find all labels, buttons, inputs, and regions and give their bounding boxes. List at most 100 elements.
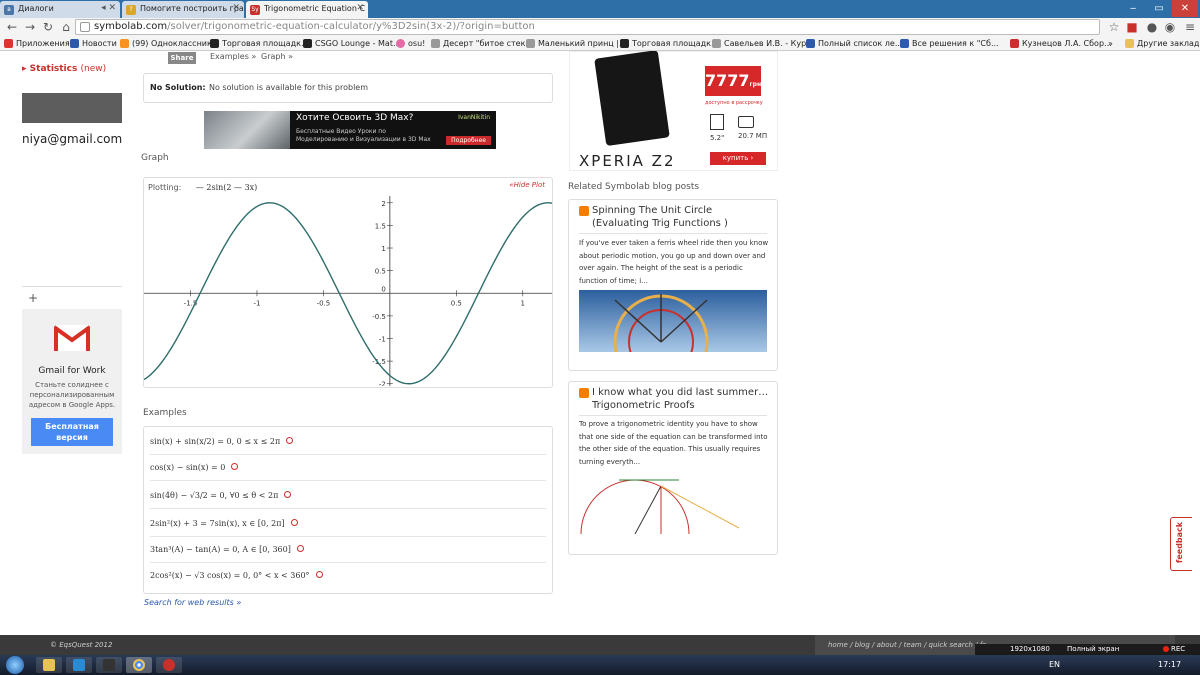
price-unit: грн bbox=[749, 81, 762, 88]
arrow-icon: ▸ bbox=[22, 64, 30, 74]
close-icon[interactable]: ◂ ✕ bbox=[101, 3, 116, 13]
banner-button[interactable]: Подробнее bbox=[446, 136, 491, 145]
search-icon[interactable] bbox=[286, 437, 294, 444]
share-button[interactable]: Share bbox=[168, 52, 196, 64]
extension-icon[interactable]: ■ bbox=[1124, 19, 1140, 35]
search-icon[interactable] bbox=[290, 519, 298, 526]
example-text: 2cos²(x) − √3 cos(x) = 0, 0° < x < 360° bbox=[150, 571, 310, 580]
blog-title-text: I know what you did last summer…Trigonom… bbox=[592, 387, 769, 411]
tab-help[interactable]: ? Помогите построить гра ✕ bbox=[122, 1, 244, 18]
bookmark-item[interactable]: Торговая площадк... bbox=[210, 37, 309, 50]
extension-icon[interactable]: ◉ bbox=[1162, 19, 1178, 35]
recorder-rec[interactable]: REC bbox=[1171, 645, 1185, 653]
banner-ad[interactable]: Хотите Освоить 3D Max? Бесплатные Видео … bbox=[204, 111, 496, 149]
bookmark-item[interactable]: Новости bbox=[70, 37, 117, 50]
example-item[interactable]: 3tan³(A) − tan(A) = 0, A ∈ [0, 360] bbox=[150, 537, 546, 563]
search-web-link[interactable]: Search for web results » bbox=[144, 598, 241, 607]
bookmark-apps[interactable]: Приложения bbox=[4, 37, 70, 50]
statistics-link[interactable]: ▸ Statistics (new) bbox=[22, 64, 106, 74]
reload-icon[interactable]: ↻ bbox=[40, 19, 56, 35]
example-item[interactable]: cos(x) − sin(x) = 0 bbox=[150, 455, 546, 481]
bookmark-item[interactable]: Полный список ле... bbox=[806, 37, 902, 50]
extension-icon[interactable]: ● bbox=[1144, 19, 1160, 35]
ad-buy-button[interactable]: купить › bbox=[710, 152, 766, 165]
bookmark-item[interactable]: Все решения к "Сб... bbox=[900, 37, 999, 50]
blog-post-title[interactable]: Spinning The Unit Circle (Evaluating Tri… bbox=[579, 204, 769, 230]
site-icon bbox=[806, 39, 815, 48]
bookmark-item[interactable]: Савельев И.В. - Кур... bbox=[712, 37, 814, 50]
divider bbox=[579, 233, 767, 234]
search-icon[interactable] bbox=[284, 491, 292, 498]
gmail-ad-button[interactable]: Бесплатная версия bbox=[31, 418, 113, 446]
footer-links[interactable]: home / blog / about / team / quick searc… bbox=[828, 641, 993, 649]
bookmark-item[interactable]: Торговая площадк... bbox=[620, 37, 719, 50]
example-text: sin(x) + sin(x/2) = 0, 0 ≤ x ≤ 2π bbox=[150, 437, 281, 446]
feedback-label: feedback bbox=[1175, 521, 1185, 564]
plus-icon[interactable]: + bbox=[28, 291, 38, 305]
taskbar-app[interactable] bbox=[36, 657, 62, 673]
star-icon[interactable]: ☆ bbox=[1106, 19, 1122, 35]
bookmarks-overflow[interactable]: » bbox=[1108, 37, 1113, 50]
blog-post-card[interactable]: I know what you did last summer…Trigonom… bbox=[568, 381, 778, 555]
bookmark-item[interactable]: Кузнецов Л.А. Сбор... bbox=[1010, 37, 1112, 50]
taskbar-app[interactable] bbox=[156, 657, 182, 673]
home-icon[interactable]: ⌂ bbox=[58, 19, 74, 35]
phone-ad[interactable]: 7777грн доступно в рассрочку 5.2" 20.7 М… bbox=[569, 51, 778, 171]
taskbar-app[interactable] bbox=[96, 657, 122, 673]
bookmark-item[interactable]: Маленький принц |... bbox=[526, 37, 627, 50]
feedback-tab[interactable]: feedback bbox=[1170, 517, 1192, 571]
bookmark-label: Кузнецов Л.А. Сбор... bbox=[1022, 39, 1112, 48]
example-item[interactable]: 2cos²(x) − √3 cos(x) = 0, 0° < x < 360° bbox=[150, 563, 546, 589]
start-icon[interactable] bbox=[6, 656, 24, 674]
recorder-resolution[interactable]: 1920x1080 bbox=[1010, 645, 1050, 653]
clock[interactable]: 17:17 bbox=[1158, 660, 1181, 669]
forward-icon[interactable]: → bbox=[22, 19, 38, 35]
bookmark-item[interactable]: CSGO Lounge - Mat... bbox=[303, 37, 401, 50]
phone-image bbox=[594, 51, 670, 147]
close-window-icon[interactable]: ✕ bbox=[1172, 0, 1198, 17]
example-item[interactable]: 2sin²(x) + 3 = 7sin(x), x ∈ [0, 2π] bbox=[150, 511, 546, 537]
maximize-icon[interactable]: ▭ bbox=[1146, 0, 1172, 17]
close-icon[interactable]: ✕ bbox=[356, 3, 364, 13]
bookmark-item[interactable]: osu! bbox=[396, 37, 425, 50]
tab-label: Помогите построить гра bbox=[140, 4, 244, 13]
recorder-mode[interactable]: Полный экран bbox=[1067, 645, 1119, 653]
bookmark-item[interactable]: Десерт "битое стек... bbox=[431, 37, 533, 50]
hide-plot-link[interactable]: «Hide Plot bbox=[509, 181, 545, 189]
example-text: cos(x) − sin(x) = 0 bbox=[150, 463, 226, 472]
ad-image[interactable] bbox=[22, 93, 122, 123]
tab-symbolab[interactable]: Sy Trigonometric Equation C ✕ bbox=[246, 1, 368, 18]
folder-icon bbox=[1125, 39, 1134, 48]
bookmark-other[interactable]: Другие закладки bbox=[1125, 37, 1200, 50]
y-tick-label: 2 bbox=[381, 200, 385, 208]
gmail-ad[interactable]: Gmail for Work Станьте солиднее с персон… bbox=[22, 309, 122, 454]
ad-price: 7777грн bbox=[705, 66, 761, 96]
divider bbox=[579, 415, 767, 416]
graph-plot[interactable]: -1.5 -1 -0.5 0.5 1-2-1.5-1-0.50.511.520 bbox=[144, 196, 552, 386]
search-icon[interactable] bbox=[296, 545, 304, 552]
taskbar-app[interactable] bbox=[66, 657, 92, 673]
blog-post-card[interactable]: Spinning The Unit Circle (Evaluating Tri… bbox=[568, 199, 778, 371]
search-icon[interactable] bbox=[231, 463, 239, 470]
graph-link[interactable]: Graph » bbox=[261, 52, 293, 61]
example-item[interactable]: sin(x) + sin(x/2) = 0, 0 ≤ x ≤ 2π bbox=[150, 429, 546, 455]
taskbar-app[interactable] bbox=[126, 657, 152, 673]
screen-icon bbox=[710, 114, 724, 130]
examples-section-title: Examples bbox=[143, 408, 187, 418]
search-icon[interactable] bbox=[315, 571, 323, 578]
tab-dialogs[interactable]: в Диалоги ◂ ✕ bbox=[0, 1, 120, 18]
bookmark-label: Торговая площадк... bbox=[632, 39, 719, 48]
language-indicator[interactable]: EN bbox=[1049, 660, 1060, 669]
bookmark-item[interactable]: (99) Одноклассники bbox=[120, 37, 217, 50]
bookmark-label: Десерт "битое стек... bbox=[443, 39, 534, 48]
blog-post-title[interactable]: I know what you did last summer…Trigonom… bbox=[579, 386, 769, 412]
tab-label: Диалоги bbox=[18, 4, 54, 13]
record-icon bbox=[1163, 646, 1169, 652]
close-icon[interactable]: ✕ bbox=[232, 3, 240, 13]
minimize-icon[interactable]: ‒ bbox=[1120, 0, 1146, 17]
example-item[interactable]: sin(4θ) − √3/2 = 0, ∀0 ≤ θ < 2π bbox=[150, 483, 546, 509]
url-input[interactable]: symbolab.com/solver/trigonometric-equati… bbox=[75, 19, 1100, 35]
menu-icon[interactable]: ≡ bbox=[1182, 19, 1198, 35]
examples-link[interactable]: Examples » bbox=[210, 52, 256, 61]
back-icon[interactable]: ← bbox=[4, 19, 20, 35]
